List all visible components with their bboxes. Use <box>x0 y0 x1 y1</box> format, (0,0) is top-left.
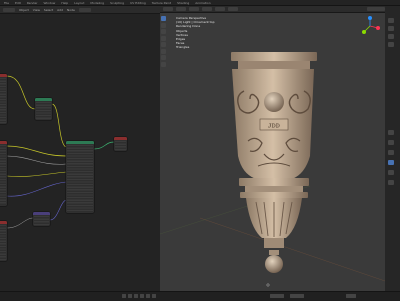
texture-node-top[interactable] <box>0 74 7 124</box>
workspace-tab-shading[interactable]: Shading <box>177 1 189 5</box>
workspace-tab-uv-editing[interactable]: UV Editing <box>130 1 146 5</box>
properties-tab-strip <box>385 6 400 291</box>
normal-map-node[interactable] <box>33 212 50 226</box>
ornament-model[interactable]: ᴊᴅᴅ <box>160 6 385 291</box>
current-frame-field[interactable] <box>346 294 356 298</box>
data-icon[interactable] <box>388 150 394 155</box>
jump-start-icon[interactable] <box>122 294 126 298</box>
camera-icon[interactable] <box>388 34 394 39</box>
tool-properties-icon[interactable] <box>388 18 394 23</box>
menu-window[interactable]: Window <box>44 1 56 5</box>
wrench-icon[interactable] <box>388 130 394 135</box>
svg-text:ᴊᴅᴅ: ᴊᴅᴅ <box>268 122 280 130</box>
constraint-icon[interactable] <box>388 140 394 145</box>
texture-node-middle[interactable] <box>0 141 7 206</box>
menu-help[interactable]: Help <box>61 1 68 5</box>
menu-render[interactable]: Render <box>27 1 38 5</box>
principled-bsdf-node[interactable] <box>66 141 94 213</box>
play-icon[interactable] <box>140 294 144 298</box>
frame-end-field[interactable] <box>290 294 304 298</box>
gear-icon[interactable] <box>388 42 394 47</box>
sphere-icon[interactable] <box>388 170 394 175</box>
jump-end-icon[interactable] <box>152 294 156 298</box>
menu-file[interactable]: File <box>4 1 9 5</box>
texture-node-bottom[interactable] <box>0 221 7 261</box>
texture-icon[interactable] <box>388 180 394 185</box>
menu-edit[interactable]: Edit <box>15 1 21 5</box>
material-icon[interactable] <box>388 160 394 165</box>
shader-node-editor[interactable]: Object View Select Add Node <box>0 6 160 291</box>
play-reverse-icon[interactable] <box>134 294 138 298</box>
material-output-node[interactable] <box>114 137 127 151</box>
3d-viewport[interactable]: Camera Perspective (10) Light | Ornament… <box>160 6 385 291</box>
color-ramp-node[interactable] <box>35 98 52 120</box>
frame-start-field[interactable] <box>270 294 284 298</box>
next-keyframe-icon[interactable] <box>146 294 150 298</box>
workspace-tab-texture-paint[interactable]: Texture Paint <box>152 1 171 5</box>
workspace-tab-layout[interactable]: Layout <box>74 1 84 5</box>
workspace-tab-animation[interactable]: Animation <box>195 1 210 5</box>
workspace-tab-sculpting[interactable]: Sculpting <box>110 1 124 5</box>
render-icon[interactable] <box>388 26 394 31</box>
prev-keyframe-icon[interactable] <box>128 294 132 298</box>
workspace-tab-modeling[interactable]: Modeling <box>90 1 104 5</box>
